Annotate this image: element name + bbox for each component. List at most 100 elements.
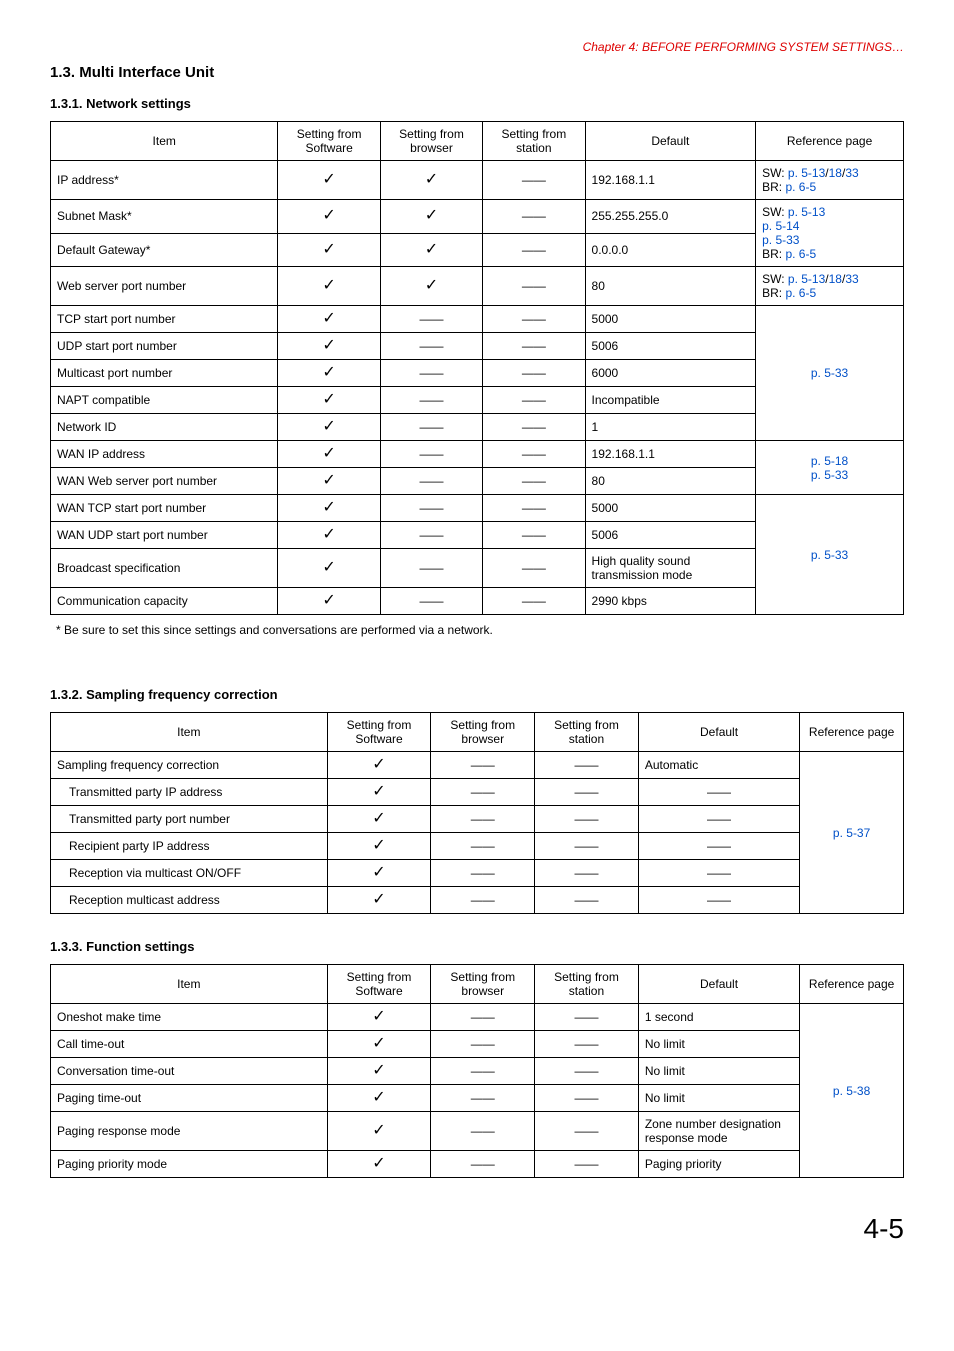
table-cell: ✓ <box>380 267 482 306</box>
page-link[interactable]: p. 5-33 <box>811 468 848 482</box>
table-cell: ✓ <box>278 549 380 588</box>
table-header: Setting from Software <box>327 713 431 752</box>
table-cell: —— <box>535 833 639 860</box>
table-row: Sampling frequency correction✓————Automa… <box>51 752 904 779</box>
table-cell: —— <box>431 887 535 914</box>
page-link[interactable]: 33 <box>845 272 858 286</box>
table-row: IP address*✓✓——192.168.1.1SW: p. 5-13/18… <box>51 161 904 200</box>
table-cell: Paging priority <box>638 1151 799 1178</box>
table-cell: —— <box>380 588 482 615</box>
page-link[interactable]: p. 6-5 <box>785 180 816 194</box>
table-cell: IP address* <box>51 161 278 200</box>
table-header: Setting from browser <box>431 713 535 752</box>
reference-cell: SW: p. 5-13/18/33 BR: p. 6-5 <box>756 161 904 200</box>
table-cell: 255.255.255.0 <box>585 200 756 234</box>
table-cell: ✓ <box>278 161 380 200</box>
network-settings-footnote: * Be sure to set this since settings and… <box>56 623 904 637</box>
page-number: 4-5 <box>50 1213 904 1245</box>
table-cell: —— <box>483 333 585 360</box>
table-cell: —— <box>638 806 799 833</box>
table-cell: ✓ <box>278 522 380 549</box>
page-link[interactable]: p. 5-13 <box>788 272 825 286</box>
table-cell: 6000 <box>585 360 756 387</box>
page-link[interactable]: p. 5-33 <box>811 366 848 380</box>
table-cell: 0.0.0.0 <box>585 233 756 267</box>
table-cell: WAN IP address <box>51 441 278 468</box>
page-link[interactable]: 18 <box>829 166 842 180</box>
table-cell: ✓ <box>278 495 380 522</box>
table-row: Subnet Mask*✓✓——255.255.255.0SW: p. 5-13… <box>51 200 904 234</box>
page-link[interactable]: 18 <box>829 272 842 286</box>
table-cell: 5000 <box>585 495 756 522</box>
page-link[interactable]: 33 <box>845 166 858 180</box>
reference-cell: SW: p. 5-13/18/33 BR: p. 6-5 <box>756 267 904 306</box>
page-link[interactable]: p. 5-37 <box>833 826 870 840</box>
table-cell: —— <box>535 806 639 833</box>
table-cell: —— <box>380 468 482 495</box>
table-row: Paging response mode✓————Zone number des… <box>51 1112 904 1151</box>
table-row: Call time-out✓————No limit <box>51 1031 904 1058</box>
table-cell: —— <box>431 833 535 860</box>
page-link[interactable]: p. 5-18 <box>811 454 848 468</box>
page-link[interactable]: p. 5-33 <box>762 233 799 247</box>
page-link[interactable]: p. 5-33 <box>811 548 848 562</box>
table-cell: Sampling frequency correction <box>51 752 328 779</box>
table-cell: —— <box>535 1058 639 1085</box>
page-link[interactable]: p. 6-5 <box>785 247 816 261</box>
table-cell: ✓ <box>278 414 380 441</box>
table-cell: —— <box>483 360 585 387</box>
table-cell: Multicast port number <box>51 360 278 387</box>
table-header: Item <box>51 713 328 752</box>
table-cell: ✓ <box>278 233 380 267</box>
page-link[interactable]: p. 5-14 <box>762 219 799 233</box>
section-heading: 1.3. Multi Interface Unit <box>50 64 904 81</box>
page-link[interactable]: p. 5-38 <box>833 1084 870 1098</box>
table-cell: 1 second <box>638 1004 799 1031</box>
reference-cell: p. 5-33 <box>756 306 904 441</box>
table-cell: —— <box>380 495 482 522</box>
table-cell: 5000 <box>585 306 756 333</box>
table-cell: —— <box>483 267 585 306</box>
chapter-header: Chapter 4: BEFORE PERFORMING SYSTEM SETT… <box>50 40 904 54</box>
table-cell: Subnet Mask* <box>51 200 278 234</box>
table-header: Default <box>638 713 799 752</box>
table-row: WAN TCP start port number✓————5000p. 5-3… <box>51 495 904 522</box>
table-cell: —— <box>483 233 585 267</box>
table-cell: —— <box>638 833 799 860</box>
table-cell: —— <box>638 779 799 806</box>
reference-cell: p. 5-33 <box>756 495 904 615</box>
table-cell: ✓ <box>327 1112 431 1151</box>
table-cell: —— <box>535 1085 639 1112</box>
table-header: Item <box>51 122 278 161</box>
table-cell: ✓ <box>278 588 380 615</box>
table-cell: —— <box>431 1085 535 1112</box>
table-header: Setting from browser <box>431 965 535 1004</box>
table-cell: —— <box>380 441 482 468</box>
table-header: Item <box>51 965 328 1004</box>
table-row: TCP start port number✓————5000p. 5-33 <box>51 306 904 333</box>
table-header: Setting from browser <box>380 122 482 161</box>
table-cell: —— <box>535 779 639 806</box>
table-cell: ✓ <box>380 200 482 234</box>
table-cell: ✓ <box>327 833 431 860</box>
table-cell: ✓ <box>327 860 431 887</box>
page-link[interactable]: p. 5-13 <box>788 166 825 180</box>
section-title: Multi Interface Unit <box>79 64 214 81</box>
table-cell: Automatic <box>638 752 799 779</box>
page-link[interactable]: p. 5-13 <box>788 205 825 219</box>
table-cell: —— <box>483 387 585 414</box>
function-settings-table: ItemSetting from SoftwareSetting from br… <box>50 964 904 1178</box>
table-cell: —— <box>431 752 535 779</box>
table-cell: —— <box>380 522 482 549</box>
table-cell: —— <box>483 414 585 441</box>
table-cell: ✓ <box>327 1085 431 1112</box>
table-cell: 80 <box>585 468 756 495</box>
page-link[interactable]: p. 6-5 <box>785 286 816 300</box>
table-cell: ✓ <box>327 887 431 914</box>
table-cell: —— <box>380 414 482 441</box>
function-settings-heading: 1.3.3. Function settings <box>50 939 904 954</box>
table-cell: ✓ <box>278 200 380 234</box>
table-row: Reception multicast address✓—————— <box>51 887 904 914</box>
table-cell: —— <box>483 549 585 588</box>
table-cell: Oneshot make time <box>51 1004 328 1031</box>
